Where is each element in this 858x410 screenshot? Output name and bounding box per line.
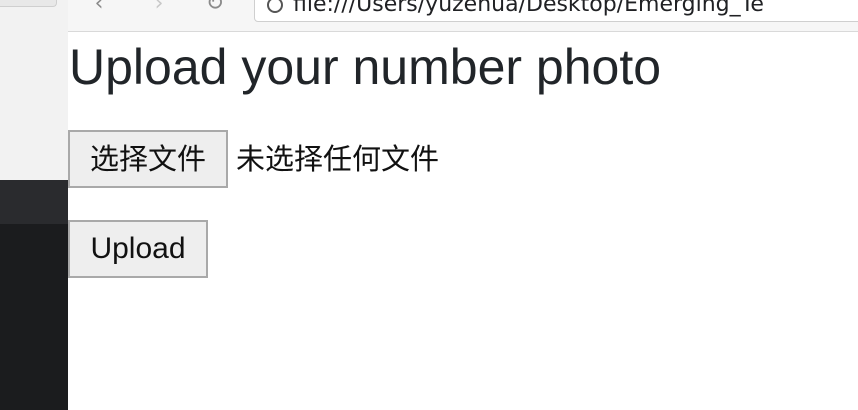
- background-app-window: [0, 0, 68, 410]
- choose-file-button[interactable]: 选择文件: [68, 130, 228, 188]
- forward-arrow-icon[interactable]: ›: [146, 0, 172, 15]
- background-app-tab: [0, 0, 57, 7]
- page-title: Upload your number photo: [69, 39, 662, 95]
- screen: ‹ › ↻ file:///Users/yuzehua/Desktop/Emer…: [0, 0, 858, 410]
- info-icon[interactable]: [267, 0, 283, 13]
- file-status-text: 未选择任何文件: [236, 142, 440, 176]
- url-text[interactable]: file:///Users/yuzehua/Desktop/Emerging_T…: [293, 0, 764, 18]
- upload-button[interactable]: Upload: [68, 220, 208, 278]
- background-app-band: [0, 180, 68, 224]
- reload-icon[interactable]: ↻: [202, 0, 228, 15]
- back-arrow-icon[interactable]: ‹: [86, 0, 112, 15]
- address-bar[interactable]: file:///Users/yuzehua/Desktop/Emerging_T…: [254, 0, 858, 22]
- browser-window: ‹ › ↻ file:///Users/yuzehua/Desktop/Emer…: [68, 0, 858, 410]
- background-app-panel: [0, 0, 68, 180]
- browser-toolbar: ‹ › ↻ file:///Users/yuzehua/Desktop/Emer…: [68, 0, 858, 32]
